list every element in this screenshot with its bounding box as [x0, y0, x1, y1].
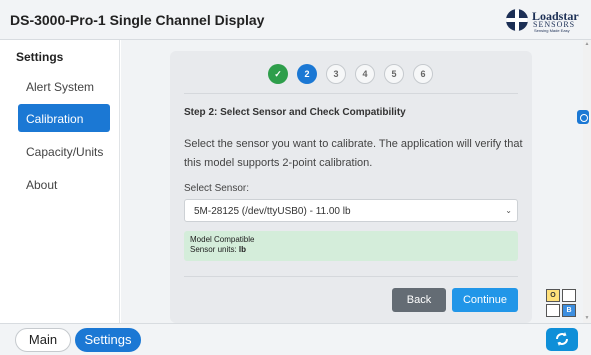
- tab-main[interactable]: Main: [15, 328, 71, 352]
- sensor-select-value: 5M-28125 (/dev/ttyUSB0) - 11.00 lb: [194, 206, 351, 217]
- step-description: Select the sensor you want to calibrate.…: [184, 138, 523, 169]
- globe-icon: [506, 9, 528, 31]
- grid-cell[interactable]: B: [562, 304, 576, 317]
- alert-units-value: lb: [238, 245, 247, 254]
- divider: [184, 93, 518, 94]
- step-indicator-2: 2: [297, 64, 317, 84]
- sidebar-item-alert-system[interactable]: Alert System: [18, 72, 110, 100]
- sidebar-item-calibration[interactable]: Calibration: [18, 104, 110, 132]
- tab-settings[interactable]: Settings: [75, 328, 141, 352]
- step-indicator-1: ✓: [268, 64, 288, 84]
- alert-units-label: Sensor units:: [190, 245, 239, 254]
- back-button[interactable]: Back: [392, 288, 446, 312]
- scroll-up-arrow-icon[interactable]: ▲: [584, 41, 590, 47]
- step-title: Step 2: Select Sensor and Check Compatib…: [184, 107, 406, 118]
- divider: [184, 276, 518, 277]
- sidebar-heading: Settings: [16, 50, 64, 64]
- continue-button[interactable]: Continue: [452, 288, 518, 312]
- channel-grid-widget[interactable]: O B: [546, 289, 578, 319]
- sensor-select[interactable]: 5M-28125 (/dev/ttyUSB0) - 11.00 lb ⌄: [184, 199, 518, 222]
- grid-cell[interactable]: [546, 304, 560, 317]
- scrollbar[interactable]: [583, 40, 591, 323]
- loadstar-logo: Loadstar SENSORS Sensing Made Easy: [506, 9, 582, 33]
- sidebar-item-about[interactable]: About: [18, 170, 110, 198]
- refresh-icon: [556, 332, 568, 346]
- chevron-down-icon: ⌄: [505, 206, 512, 215]
- step-indicator-4: 4: [355, 64, 375, 84]
- step-indicator-6: 6: [413, 64, 433, 84]
- compatibility-alert: Model Compatible Sensor units: lb: [184, 231, 518, 261]
- side-panel-toggle-icon[interactable]: [577, 110, 589, 124]
- grid-cell[interactable]: O: [546, 289, 560, 302]
- step-indicator-3: 3: [326, 64, 346, 84]
- app-title: DS-3000-Pro-1 Single Channel Display: [10, 12, 265, 28]
- select-sensor-label: Select Sensor:: [184, 183, 250, 194]
- title-bar: DS-3000-Pro-1 Single Channel Display Loa…: [0, 0, 591, 40]
- grid-cell[interactable]: [562, 289, 576, 302]
- sidebar-item-capacity-units[interactable]: Capacity/Units: [18, 137, 110, 165]
- refresh-button[interactable]: [546, 328, 578, 351]
- scroll-down-arrow-icon[interactable]: ▼: [584, 315, 590, 321]
- step-indicator-5: 5: [384, 64, 404, 84]
- alert-units-line: Sensor units: lb: [190, 245, 518, 255]
- logo-tagline: Sensing Made Easy: [534, 28, 570, 33]
- alert-compatible-text: Model Compatible: [190, 235, 255, 244]
